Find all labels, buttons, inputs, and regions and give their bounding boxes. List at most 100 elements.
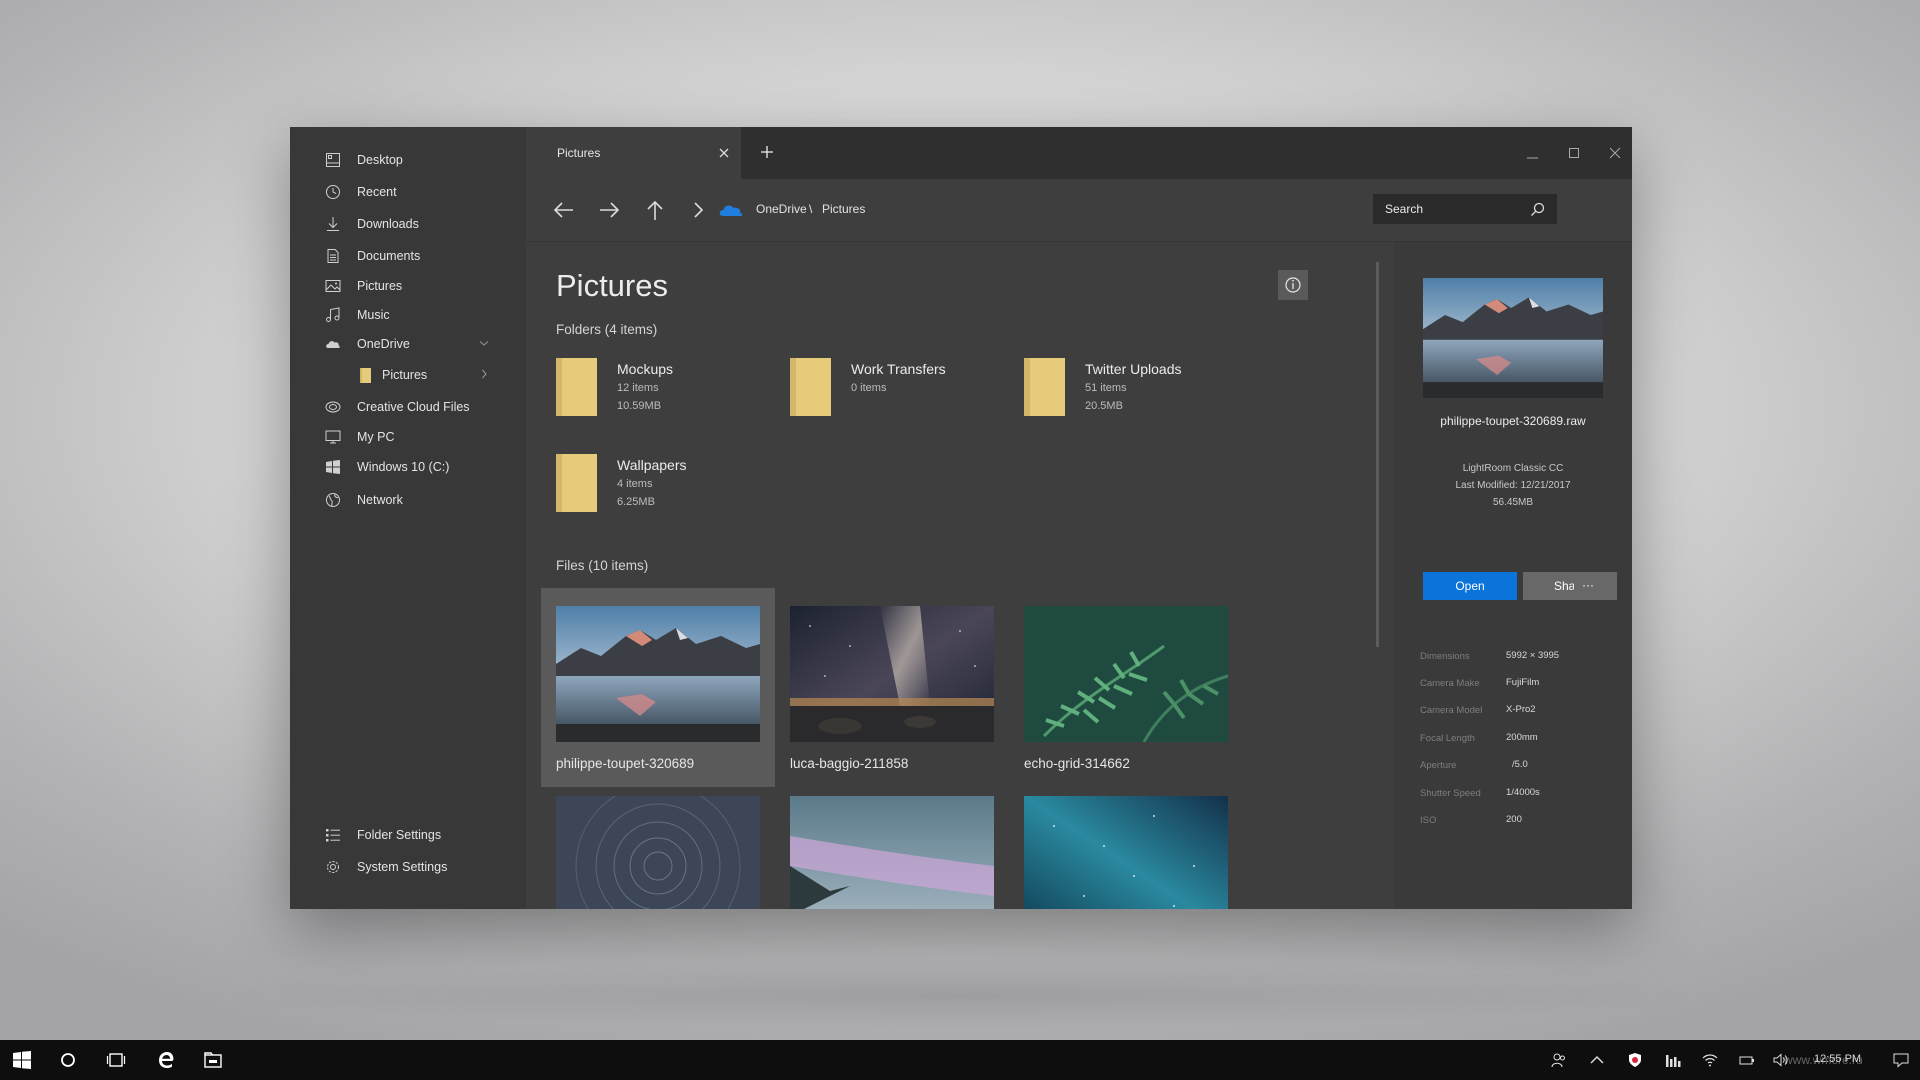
security-shield-icon[interactable] bbox=[1627, 1052, 1643, 1068]
sidebar-item-desktop[interactable]: Desktop bbox=[290, 146, 526, 174]
property-key: Camera Make bbox=[1420, 678, 1480, 689]
image-thumbnail bbox=[1024, 796, 1228, 909]
start-windows-icon[interactable] bbox=[12, 1050, 32, 1070]
content-scrollbar[interactable] bbox=[1376, 262, 1379, 647]
search-input[interactable] bbox=[1374, 202, 1524, 216]
chevron-right-icon[interactable] bbox=[478, 368, 490, 380]
wifi-icon[interactable] bbox=[1702, 1052, 1718, 1068]
search-box bbox=[1373, 194, 1557, 224]
task-view-icon[interactable] bbox=[106, 1050, 126, 1070]
sidebar: Desktop Recent Downloads Documents Pictu… bbox=[290, 127, 526, 909]
minimize-icon[interactable] bbox=[1526, 146, 1540, 160]
tab-pictures[interactable]: Pictures bbox=[526, 127, 741, 179]
maximize-icon[interactable] bbox=[1567, 146, 1581, 160]
sidebar-item-windows-drive[interactable]: Windows 10 (C:) bbox=[290, 453, 526, 481]
chevron-up-icon[interactable] bbox=[1589, 1052, 1605, 1068]
sidebar-item-documents[interactable]: Documents bbox=[290, 242, 526, 270]
close-window-icon[interactable] bbox=[1608, 146, 1622, 160]
more-options-button[interactable]: ··· bbox=[1574, 572, 1602, 600]
sidebar-item-music[interactable]: Music bbox=[290, 301, 526, 329]
sidebar-item-system-settings[interactable]: System Settings bbox=[290, 853, 526, 881]
globe-icon bbox=[326, 493, 340, 507]
search-icon[interactable] bbox=[1530, 202, 1545, 217]
tab-label: Pictures bbox=[557, 146, 601, 160]
file-tile[interactable]: philippe-toupet-320689 bbox=[541, 588, 775, 787]
chevron-down-icon[interactable] bbox=[478, 337, 490, 349]
list-icon bbox=[326, 829, 340, 842]
folder-name: Work Transfers bbox=[851, 361, 946, 377]
edge-browser-icon[interactable] bbox=[156, 1050, 176, 1070]
sidebar-item-my-pc[interactable]: My PC bbox=[290, 423, 526, 451]
sidebar-item-label: Downloads bbox=[357, 217, 419, 231]
sidebar-item-label: Windows 10 (C:) bbox=[357, 460, 450, 474]
files-heading: Files (10 items) bbox=[556, 558, 649, 573]
sidebar-item-folder-settings[interactable]: Folder Settings bbox=[290, 821, 526, 849]
sidebar-item-downloads[interactable]: Downloads bbox=[290, 210, 526, 238]
onedrive-cloud-icon bbox=[719, 205, 743, 216]
details-app: LightRoom Classic CC bbox=[1462, 463, 1564, 474]
cortana-circle-icon[interactable] bbox=[58, 1050, 78, 1070]
file-tile[interactable] bbox=[1009, 778, 1243, 909]
new-tab-icon[interactable] bbox=[759, 144, 775, 160]
close-tab-icon[interactable] bbox=[718, 147, 730, 159]
download-icon bbox=[327, 217, 339, 231]
folder-item[interactable]: Twitter Uploads 51 items 20.5MB bbox=[1024, 358, 1244, 428]
open-button[interactable]: Open bbox=[1423, 572, 1517, 600]
sidebar-item-onedrive[interactable]: OneDrive bbox=[290, 330, 526, 358]
clock-icon bbox=[326, 185, 340, 199]
folder-icon bbox=[556, 454, 597, 512]
file-tile[interactable]: luca-baggio-211858 bbox=[775, 588, 1009, 787]
tab-bar: Pictures bbox=[526, 127, 1632, 179]
file-tile[interactable]: echo-grid-314662 bbox=[1009, 588, 1243, 787]
file-name: philippe-toupet-320689 bbox=[556, 756, 695, 771]
back-arrow-icon[interactable] bbox=[552, 199, 576, 221]
sidebar-item-label: My PC bbox=[357, 430, 395, 444]
property-value: 1/4000s bbox=[1506, 787, 1540, 798]
sidebar-item-creative-cloud[interactable]: Creative Cloud Files bbox=[290, 393, 526, 421]
breadcrumb-pictures[interactable]: Pictures bbox=[822, 202, 865, 216]
image-thumbnail bbox=[790, 796, 994, 909]
property-value: 5992 × 3995 bbox=[1506, 650, 1560, 661]
sidebar-item-recent[interactable]: Recent bbox=[290, 178, 526, 206]
desktop-background bbox=[200, 960, 1720, 1030]
up-arrow-icon[interactable] bbox=[643, 199, 667, 221]
share-button[interactable]: Share bbox=[1523, 572, 1617, 600]
breadcrumb-onedrive[interactable]: OneDrive bbox=[756, 202, 807, 216]
property-key: Focal Length bbox=[1420, 733, 1475, 744]
sidebar-item-pictures[interactable]: Pictures bbox=[290, 272, 526, 300]
folder-item[interactable]: Wallpapers 4 items 6.25MB bbox=[556, 454, 776, 524]
people-icon[interactable] bbox=[1551, 1052, 1567, 1068]
folder-size: 10.59MB bbox=[617, 400, 662, 412]
details-size: 56.45MB bbox=[1492, 497, 1534, 508]
folder-icon bbox=[1024, 358, 1065, 416]
sidebar-item-label: Folder Settings bbox=[357, 828, 442, 842]
taskbar: 12:55 PM www.wmore.ru bbox=[0, 1040, 1920, 1080]
folder-size: 20.5MB bbox=[1085, 400, 1123, 412]
image-thumbnail bbox=[1024, 606, 1228, 742]
file-tile[interactable] bbox=[541, 778, 775, 909]
info-button[interactable] bbox=[1278, 270, 1308, 300]
forward-arrow-icon[interactable] bbox=[597, 199, 621, 221]
content-area: Pictures Folders (4 items) Mockups 12 it… bbox=[526, 242, 1326, 909]
property-value: X-Pro2 bbox=[1506, 704, 1536, 715]
sidebar-item-label: OneDrive bbox=[357, 337, 410, 351]
property-key: ISO bbox=[1420, 815, 1437, 826]
file-tile[interactable] bbox=[775, 778, 1009, 909]
folder-item-count: 4 items bbox=[617, 478, 653, 490]
page-title: Pictures bbox=[556, 268, 668, 303]
battery-icon[interactable] bbox=[1739, 1052, 1755, 1068]
property-value: /5.0 bbox=[1512, 759, 1528, 770]
creative-cloud-icon bbox=[325, 401, 341, 413]
folder-item[interactable]: Work Transfers 0 items bbox=[790, 358, 1010, 428]
performance-bars-icon[interactable] bbox=[1665, 1052, 1681, 1068]
action-center-icon[interactable] bbox=[1893, 1052, 1909, 1068]
file-explorer-icon[interactable] bbox=[203, 1050, 223, 1070]
folder-item[interactable]: Mockups 12 items 10.59MB bbox=[556, 358, 776, 428]
property-value: 200mm bbox=[1506, 732, 1538, 743]
property-key: Camera Model bbox=[1420, 705, 1483, 716]
sidebar-item-network[interactable]: Network bbox=[290, 486, 526, 514]
gear-icon bbox=[327, 861, 339, 873]
sidebar-item-onedrive-pictures[interactable]: Pictures bbox=[290, 361, 526, 389]
chevron-right-icon[interactable] bbox=[686, 199, 710, 221]
file-name: echo-grid-314662 bbox=[1024, 756, 1130, 771]
